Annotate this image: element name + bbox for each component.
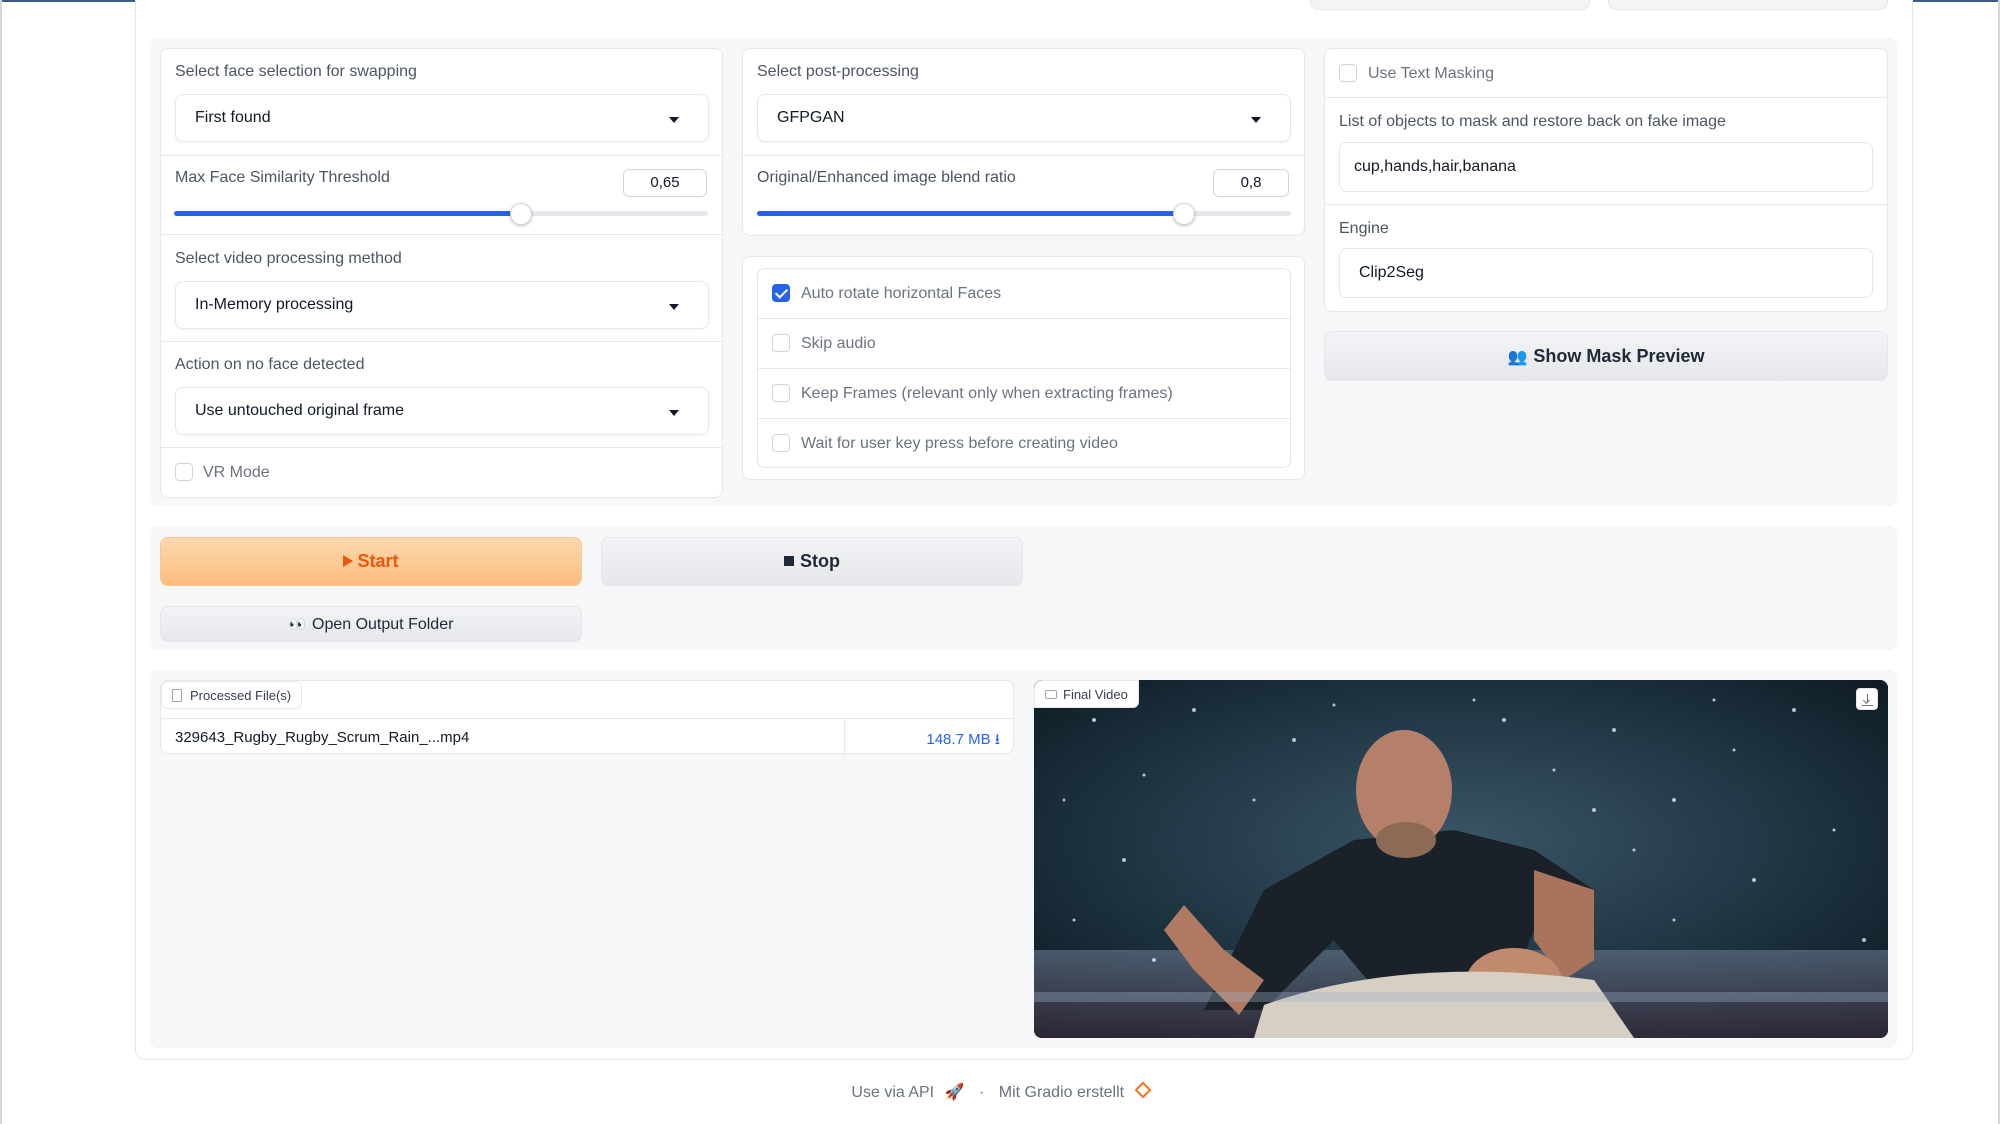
final-video-player[interactable]: Final Video [1034,680,1888,1038]
video-method-block: Select video processing method In-Memory… [161,235,722,342]
objects-block: List of objects to mask and restore back… [1325,98,1887,205]
use-text-masking-label: Use Text Masking [1368,65,1494,82]
auto-rotate-label: Auto rotate horizontal Faces [801,285,1002,302]
face-selection-block: Select face selection for swapping First… [161,49,722,156]
auto-rotate-checkbox[interactable] [772,284,790,302]
engine-block: Engine Clip2Seg [1325,205,1887,312]
video-camera-icon [1045,690,1057,699]
wait-key-row: Wait for user key press before creating … [758,419,1290,468]
blend-slider[interactable] [757,211,1291,216]
no-face-block: Action on no face detected Use untouched… [161,342,722,448]
video-frame-image [1034,680,1888,1038]
skip-audio-checkbox[interactable] [772,334,790,352]
similarity-slider-fill [174,211,522,216]
objects-input[interactable]: cup,hands,hair,banana [1339,142,1873,192]
chevron-down-icon [669,410,679,416]
open-output-folder-button[interactable]: 👀 Open Output Folder [160,606,582,642]
play-icon [343,555,354,567]
vr-mode-label: VR Mode [203,464,270,481]
face-selection-dropdown[interactable]: First found [175,94,709,142]
chevron-down-icon [1251,117,1261,123]
engine-label: Engine [1339,220,1389,237]
stop-label: Stop [800,551,840,571]
engine-value: Clip2Seg [1359,264,1424,281]
blend-number-input[interactable]: 0,8 [1213,169,1289,197]
similarity-label: Max Face Similarity Threshold [175,169,390,186]
engine-input[interactable]: Clip2Seg [1339,248,1873,298]
stop-button[interactable]: Stop [601,537,1023,586]
no-face-value: Use untouched original frame [195,402,405,419]
processed-files-tag-label: Processed File(s) [190,688,292,703]
skip-audio-row: Skip audio [758,319,1290,369]
no-face-dropdown[interactable]: Use untouched original frame [175,387,709,435]
stop-icon [784,556,794,566]
use-text-masking-row: Use Text Masking [1325,49,1887,98]
text-mask-card: Use Text Masking List of objects to mask… [1324,48,1888,312]
keep-frames-label: Keep Frames (relevant only when extracti… [801,385,1173,402]
video-method-label: Select video processing method [175,250,402,267]
similarity-slider-thumb[interactable] [510,203,533,225]
final-video-tag-label: Final Video [1063,687,1128,702]
processed-files-tag: Processed File(s) [161,681,303,709]
wait-key-label: Wait for user key press before creating … [801,435,1118,452]
post-processing-dropdown[interactable]: GFPGAN [757,94,1291,142]
file-row[interactable]: 329643_Rugby_Rugby_Scrum_Rain_...mp4 148… [161,718,1014,755]
auto-rotate-row: Auto rotate horizontal Faces [758,269,1290,319]
file-size-download-link[interactable]: 148.7 MB ⭳ [926,729,1000,754]
post-processing-value: GFPGAN [777,109,845,126]
vr-mode-checkbox[interactable] [175,463,193,481]
use-text-masking-checkbox[interactable] [1339,64,1357,82]
keep-frames-row: Keep Frames (relevant only when extracti… [758,369,1290,419]
skip-audio-label: Skip audio [801,335,876,352]
objects-value: cup,hands,hair,banana [1354,158,1516,175]
processed-files-panel: Processed File(s) 329643_Rugby_Rugby_Scr… [160,680,1014,755]
file-row-divider [844,719,845,755]
file-name[interactable]: 329643_Rugby_Rugby_Scrum_Rain_...mp4 [175,729,469,746]
use-via-api-link[interactable]: Use via API [851,1084,934,1101]
similarity-slider[interactable] [174,211,708,216]
face-settings-card: Select face selection for swapping First… [160,48,723,498]
built-with-gradio-link[interactable]: Mit Gradio erstellt [999,1084,1124,1101]
keep-frames-checkbox[interactable] [772,384,790,402]
post-processing-block: Select post-processing GFPGAN [743,49,1304,156]
blend-label: Original/Enhanced image blend ratio [757,169,1016,186]
post-processing-label: Select post-processing [757,63,919,80]
options-list: Auto rotate horizontal Faces Skip audio … [757,268,1291,468]
people-icon: 👥 [1507,349,1528,366]
face-selection-value: First found [195,109,271,126]
blend-block: Original/Enhanced image blend ratio 0,8 [743,156,1304,236]
blend-slider-fill [757,211,1185,216]
gradio-logo-icon [1134,1081,1152,1099]
video-method-dropdown[interactable]: In-Memory processing [175,281,709,329]
rocket-icon: 🚀 [944,1084,965,1101]
chevron-down-icon [669,117,679,123]
start-label: Start [357,551,399,571]
final-video-tag: Final Video [1034,680,1139,708]
eyes-icon: 👀 [288,616,306,632]
show-mask-preview-label: Show Mask Preview [1533,346,1705,366]
file-icon [172,689,182,702]
open-output-folder-label: Open Output Folder [312,616,454,633]
start-button[interactable]: Start [160,537,582,586]
footer: Use via API 🚀 · Mit Gradio erstellt [0,1081,2000,1102]
similarity-block: Max Face Similarity Threshold 0,65 [161,156,722,235]
window-left-border [0,0,2,1124]
video-method-value: In-Memory processing [195,296,354,313]
download-icon[interactable] [1856,688,1878,710]
wait-key-checkbox[interactable] [772,434,790,452]
footer-separator: · [978,1084,985,1101]
vr-mode-block: VR Mode [161,448,722,498]
top-tab-stub-2 [1608,0,1888,10]
no-face-label: Action on no face detected [175,356,365,373]
face-selection-label: Select face selection for swapping [175,63,417,80]
similarity-number-input[interactable]: 0,65 [623,169,707,197]
post-processing-card: Select post-processing GFPGAN Original/E… [742,48,1305,236]
objects-label: List of objects to mask and restore back… [1339,113,1726,130]
top-tab-stub-1 [1310,0,1590,10]
chevron-down-icon [669,304,679,310]
show-mask-preview-button[interactable]: 👥 Show Mask Preview [1324,331,1888,381]
